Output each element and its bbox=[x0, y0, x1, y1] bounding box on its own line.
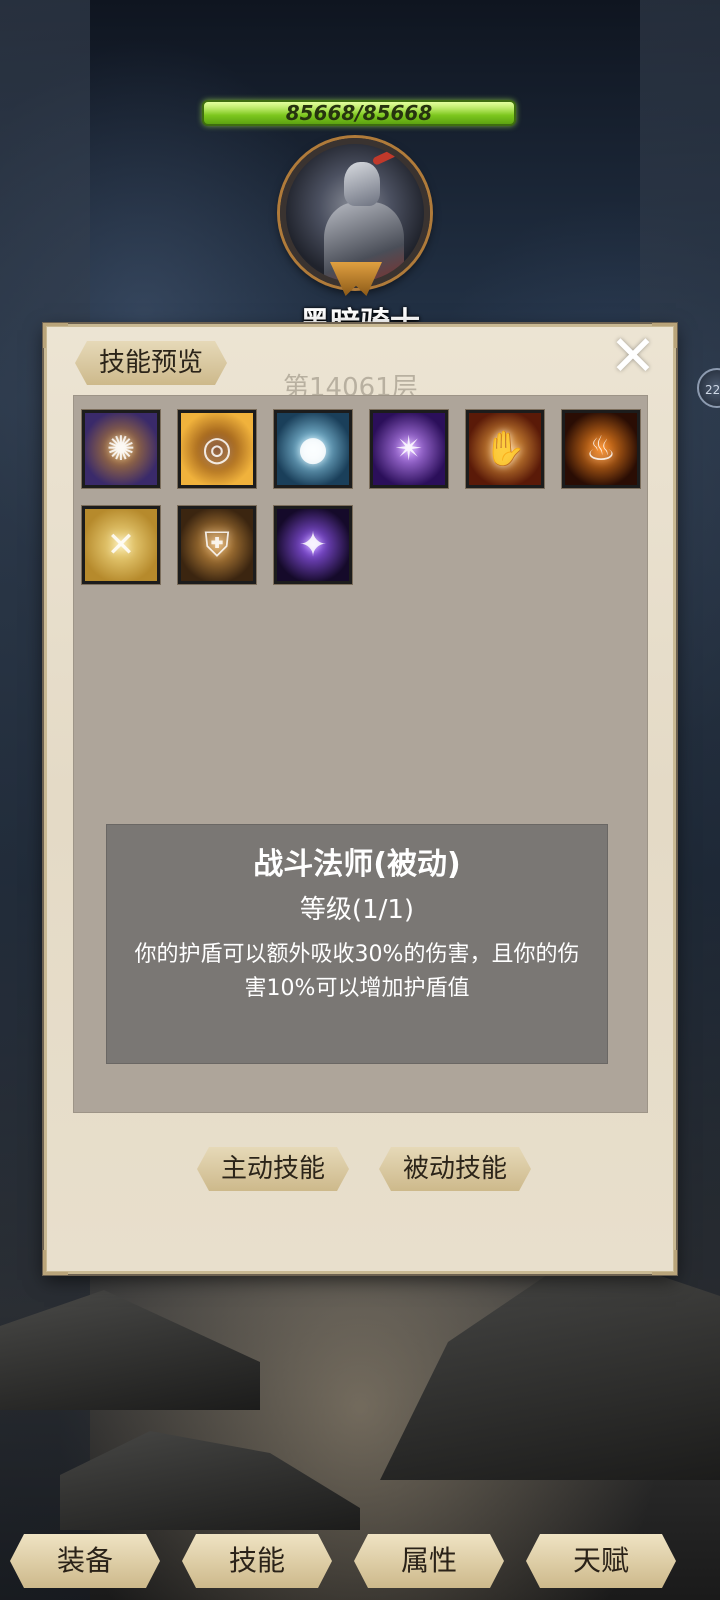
panel-corner bbox=[43, 323, 68, 348]
blue-orb-tendrils-icon[interactable]: ● bbox=[274, 410, 352, 488]
hp-text: 85668/85668 bbox=[285, 101, 433, 125]
tooltip-skill-name: 战斗法师(被动) bbox=[253, 847, 461, 882]
tooltip-skill-description: 你的护盾可以额外吸收30%的伤害，且你的伤害10%可以增加护盾值 bbox=[134, 942, 580, 1001]
panel-corner bbox=[43, 1250, 68, 1275]
burning-claw-icon[interactable]: ✋ bbox=[466, 410, 544, 488]
ground-rock bbox=[60, 1431, 360, 1530]
burning-claw-icon-glyph: ✋ bbox=[483, 429, 527, 469]
close-icon[interactable]: ✕ bbox=[605, 329, 661, 385]
nav-skills[interactable]: 技能 bbox=[182, 1534, 332, 1588]
flaming-figure-icon[interactable]: ♨ bbox=[562, 410, 640, 488]
nav-attributes[interactable]: 属性 bbox=[354, 1534, 504, 1588]
skills-area: ✺ ◎ ● ✴ ✋ ♨ ✕ ⛨ ✦ 战斗法师(被动) 等级(1/1) 你的护盾可以额外吸收30%… bbox=[73, 395, 648, 1113]
ground-rock bbox=[380, 1250, 720, 1480]
knight-helm bbox=[344, 162, 380, 206]
purple-rune-circle-icon-glyph: ✴ bbox=[394, 429, 424, 469]
fire-orb-lightning-icon-glyph: ✺ bbox=[106, 429, 136, 469]
flaming-figure-icon-glyph: ♨ bbox=[585, 429, 617, 469]
fire-orb-lightning-icon[interactable]: ✺ bbox=[82, 410, 160, 488]
crossed-swords-icon[interactable]: ✕ bbox=[82, 506, 160, 584]
skill-preview-panel: 技能预览 第14061层 ✕ ✺ ◎ ● ✴ ✋ ♨ ✕ ⛨ ✦ 战斗法师(被动) 等级(1/1… bbox=[43, 323, 677, 1275]
golden-armor-icon[interactable]: ⛨ bbox=[178, 506, 256, 584]
nav-equipment[interactable]: 装备 bbox=[10, 1534, 160, 1588]
golden-swirl-icon-glyph: ◎ bbox=[202, 429, 232, 469]
tooltip-skill-level: 等级(1/1) bbox=[299, 895, 415, 925]
crossed-swords-icon-glyph: ✕ bbox=[106, 525, 136, 565]
panel-title: 技能预览 bbox=[75, 341, 227, 385]
golden-swirl-icon[interactable]: ◎ bbox=[178, 410, 256, 488]
skill-grid: ✺ ◎ ● ✴ ✋ ♨ ✕ ⛨ ✦ bbox=[82, 410, 642, 584]
skill-tooltip: 战斗法师(被动) 等级(1/1) 你的护盾可以额外吸收30%的伤害，且你的伤害1… bbox=[106, 824, 608, 1064]
purple-rune-circle-icon[interactable]: ✴ bbox=[370, 410, 448, 488]
active-skills-button[interactable]: 主动技能 bbox=[197, 1147, 349, 1191]
nav-talents[interactable]: 天赋 bbox=[526, 1534, 676, 1588]
panel-corner bbox=[652, 1250, 677, 1275]
hp-bar: 85668/85668 bbox=[202, 100, 516, 126]
golden-armor-icon-glyph: ⛨ bbox=[204, 525, 230, 565]
blue-orb-tendrils-icon-glyph: ● bbox=[298, 429, 328, 469]
purple-warrior-icon-glyph: ✦ bbox=[298, 525, 328, 565]
purple-warrior-icon[interactable]: ✦ bbox=[274, 506, 352, 584]
knight-plume bbox=[371, 146, 403, 166]
passive-skills-button[interactable]: 被动技能 bbox=[379, 1147, 531, 1191]
bottom-nav: 装备 技能 属性 天赋 bbox=[0, 1534, 720, 1588]
